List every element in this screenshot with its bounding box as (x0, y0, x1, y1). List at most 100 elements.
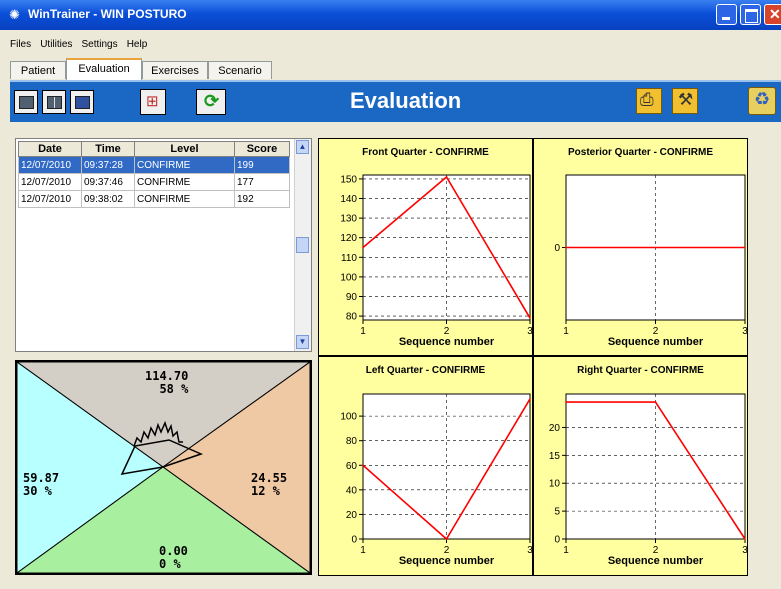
results-table: Date Time Level Score 12/07/2010 09:37:2… (18, 141, 290, 208)
y-tick-label: 5 (554, 507, 560, 518)
column-header-time[interactable]: Time (81, 141, 135, 157)
refresh-icon: ⟳ (204, 91, 220, 111)
close-icon: ✕ (769, 6, 781, 22)
table-row[interactable]: 12/07/2010 09:38:02 CONFIRME 192 (18, 190, 290, 208)
menu-utilities[interactable]: Utilities (40, 39, 72, 50)
menu-bar: Files Utilities Settings Help (10, 38, 153, 54)
chart-icon: ⊞ (146, 93, 159, 110)
x-axis-label: Sequence number (608, 555, 704, 567)
menu-help[interactable]: Help (127, 39, 148, 50)
left-percent: 30 % (23, 484, 52, 498)
maximize-icon (745, 9, 758, 23)
print-button[interactable]: ⎙ (636, 88, 662, 114)
data-point (654, 401, 657, 403)
data-point (445, 538, 448, 540)
recycle-bin-icon: ♻ (754, 89, 771, 109)
data-point (362, 246, 364, 249)
bottom-value-label: 0.00 0 % (159, 545, 188, 571)
tools-button[interactable]: ⚒ (672, 88, 698, 114)
recycle-bin-button[interactable]: ♻ (748, 87, 776, 115)
view-single-button[interactable] (14, 90, 38, 114)
y-tick-label: 90 (346, 292, 358, 303)
y-tick-label: 110 (341, 253, 357, 264)
split-view-icon (47, 96, 62, 109)
data-point (529, 398, 531, 400)
tab-patient[interactable]: Patient (10, 61, 66, 79)
left-quarter-plot: 0204060801001 2 3Sequence number (340, 393, 533, 567)
vertical-scrollbar[interactable]: ▲ ▼ (294, 139, 311, 351)
cell-level: CONFIRME (134, 173, 235, 191)
data-point (529, 317, 531, 319)
front-quarter-plot: 80901001101201301401501 2 3Sequence number (340, 174, 533, 348)
title-bar: ✺ WinTrainer - WIN POSTURO ✕ (0, 0, 781, 30)
top-percent: 58 % (159, 382, 189, 396)
bottom-percent: 0 % (159, 557, 181, 571)
y-tick-label: 80 (346, 312, 358, 323)
front-quarter-chart: Front Quarter - CONFIRME 80 90 100 110 120 13… (318, 138, 533, 356)
y-tick-label: 130 (340, 214, 357, 225)
view-split-button[interactable] (42, 90, 66, 114)
x-tick-label: 1 (360, 545, 366, 556)
tools-icon: ⚒ (678, 90, 694, 109)
data-point (654, 246, 657, 249)
minimize-button[interactable] (716, 4, 737, 25)
posterior-quarter-plot: 01 2 3Sequence number (554, 174, 748, 348)
x-tick-label: 1 (563, 545, 569, 556)
close-button[interactable]: ✕ (764, 4, 781, 25)
x-axis-label: Sequence number (399, 336, 495, 348)
left-quarter-chart: Left Quarter - CONFIRME 0 20 40 60 80 100 1 2 3 S… (318, 356, 533, 576)
x-axis-label: Sequence number (608, 336, 704, 348)
column-header-level[interactable]: Level (134, 141, 235, 157)
view-detail-button[interactable] (70, 90, 94, 114)
cell-score: 192 (234, 190, 290, 208)
data-point (445, 176, 448, 178)
y-tick-label: 0 (554, 243, 560, 254)
tab-evaluation[interactable]: Evaluation (66, 58, 142, 80)
chart-button[interactable]: ⊞ (140, 89, 166, 115)
y-tick-label: 80 (346, 436, 358, 447)
y-tick-label: 20 (549, 423, 561, 434)
tab-exercises[interactable]: Exercises (142, 61, 208, 79)
x-tick-label: 1 (360, 326, 366, 337)
cell-score: 199 (234, 156, 290, 174)
menu-settings[interactable]: Settings (81, 39, 117, 50)
menu-files[interactable]: Files (10, 39, 31, 50)
scroll-thumb[interactable] (296, 237, 309, 253)
table-row[interactable]: 12/07/2010 09:37:46 CONFIRME 177 (18, 173, 290, 191)
y-tick-label: 100 (340, 272, 357, 283)
top-value-label: 114.70 58 % (145, 370, 188, 396)
window-title: WinTrainer - WIN POSTURO (28, 7, 187, 21)
table-row[interactable]: 12/07/2010 09:37:28 CONFIRME 199 (18, 156, 290, 174)
data-point (565, 401, 567, 403)
data-point (744, 538, 746, 540)
cell-date: 12/07/2010 (18, 156, 82, 174)
column-header-date[interactable]: Date (18, 141, 82, 157)
y-tick-label: 100 (340, 412, 357, 423)
cell-level: CONFIRME (134, 190, 235, 208)
cell-time: 09:37:46 (81, 173, 135, 191)
x-tick-label: 3 (742, 545, 748, 556)
y-tick-label: 120 (340, 233, 357, 244)
cell-date: 12/07/2010 (18, 190, 82, 208)
printer-icon: ⎙ (640, 90, 654, 109)
data-point (362, 464, 364, 467)
data-point (565, 246, 567, 249)
refresh-button[interactable]: ⟳ (196, 89, 226, 115)
left-value-label: 59.87 30 % (23, 472, 59, 498)
scroll-up-icon[interactable]: ▲ (296, 140, 309, 154)
cell-score: 177 (234, 173, 290, 191)
cell-time: 09:37:28 (81, 156, 135, 174)
column-header-score[interactable]: Score (234, 141, 290, 157)
right-percent: 12 % (251, 484, 280, 498)
scroll-down-icon[interactable]: ▼ (296, 335, 309, 349)
tab-scenario[interactable]: Scenario (208, 61, 272, 79)
window-icon (19, 96, 34, 109)
maximize-button[interactable] (740, 4, 761, 25)
y-tick-label: 140 (340, 194, 357, 205)
right-quarter-plot: 051015201 2 3Sequence number (549, 393, 748, 567)
toolbar: ⊞ ⟳ Evaluation ⎙ ⚒ ♻ (10, 80, 781, 122)
cell-date: 12/07/2010 (18, 173, 82, 191)
posture-gauge: 114.70 58 % 59.87 30 % 24.55 12 % 0.00 0… (15, 360, 312, 575)
y-tick-label: 60 (346, 461, 358, 472)
y-tick-label: 150 (340, 174, 357, 185)
